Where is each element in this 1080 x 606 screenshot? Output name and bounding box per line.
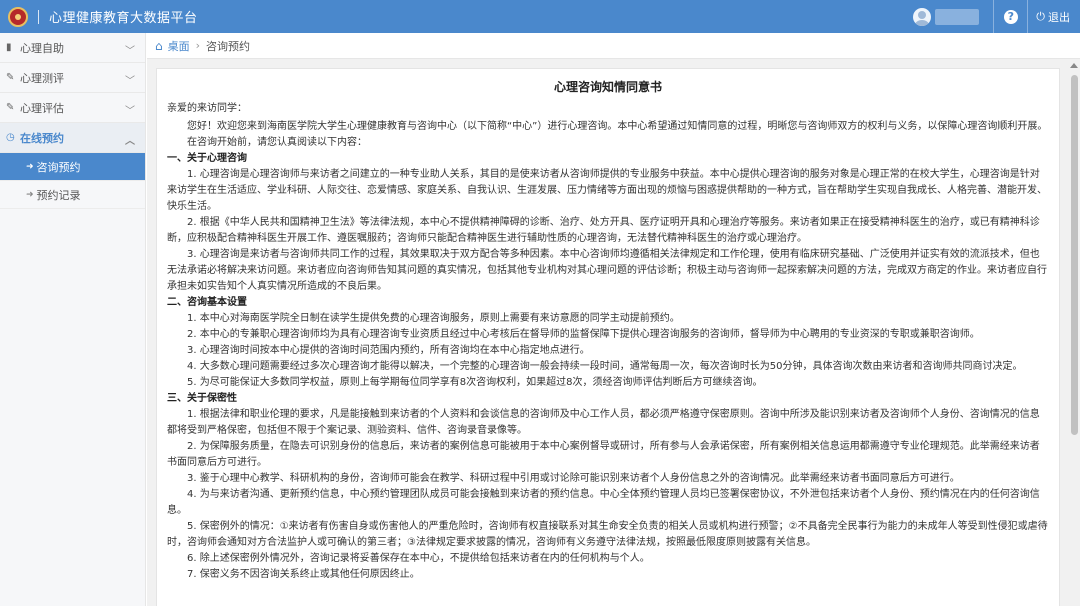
sidebar-item-online-booking[interactable]: ◷ 在线预约 ︿: [0, 123, 145, 153]
chevron-down-icon: ﹀: [125, 106, 135, 117]
logout-label: 退出: [1048, 10, 1070, 24]
help-button[interactable]: ?: [994, 0, 1027, 33]
paragraph: 1. 本中心对海南医学院全日制在读学生提供免费的心理咨询服务，原则上需要有来访意…: [187, 313, 680, 324]
paragraph: 1. 心理咨询是心理咨询师与来访者之间建立的一种专业助人关系，其目的是使来访者从…: [167, 169, 1047, 212]
clock-icon: ◷: [6, 132, 15, 143]
paragraph: 6. 除上述保密例外情况外，咨询记录将妥善保存在本中心，不提供给包括来访者在内的…: [187, 553, 650, 564]
top-bar: 心理健康教育大数据平台 ? ⏻ 退出: [0, 0, 1080, 33]
document-title: 心理咨询知情同意书: [553, 80, 662, 94]
title-divider: [38, 9, 39, 24]
sidebar-subitem-consult-booking[interactable]: ➜ 咨询预约: [0, 153, 145, 181]
chevron-down-icon: ﹀: [125, 76, 135, 87]
paragraph: 2. 本中心的专兼职心理咨询师均为具有心理咨询专业资质且经过中心考核后在督导师的…: [187, 329, 980, 340]
section-heading: 二、咨询基本设置: [167, 297, 247, 308]
edit-icon: ✎: [6, 102, 15, 113]
home-icon[interactable]: ⌂: [155, 39, 163, 53]
avatar-icon[interactable]: [913, 7, 932, 26]
paragraph: 1. 根据法律和职业伦理的要求，凡是能接触到来访者的个人资料和会谈信息的咨询师及…: [167, 409, 1040, 436]
app-title: 心理健康教育大数据平台: [49, 11, 198, 26]
scrollbar-thumb[interactable]: [1071, 75, 1078, 435]
top-right-area: ? ⏻ 退出: [913, 0, 1080, 33]
breadcrumb: ⌂ 桌面 › 咨询预约: [147, 33, 1080, 59]
arrow-right-icon: ➜: [26, 189, 34, 200]
sidebar-item-label: 心理自助: [20, 41, 64, 55]
consent-document: 心理咨询知情同意书 亲爱的来访同学： 您好！欢迎您来到海南医学院大学生心理健康教…: [156, 68, 1060, 606]
sidebar-item-label: 心理评估: [20, 101, 64, 115]
intro-paragraph: 在咨询开始前，请您认真阅读以下内容：: [187, 137, 367, 148]
paragraph: 5. 保密例外的情况：①来访者有伤害自身或伤害他人的严重危险时，咨询师有权直接联…: [167, 521, 1048, 548]
paragraph: 3. 心理咨询时间按本中心提供的咨询时间范围内预约，所有咨询均在本中心指定地点进…: [187, 345, 590, 356]
sidebar-subitem-label: 咨询预约: [36, 160, 81, 174]
help-icon: ?: [1003, 9, 1018, 24]
section-heading: 三、关于保密性: [167, 393, 237, 404]
paragraph: 3. 鉴于心理中心教学、科研机构的身份，咨询师可能会在教学、科研过程中引用或讨论…: [187, 473, 960, 484]
chevron-down-icon: ﹀: [125, 46, 135, 57]
breadcrumb-current: 咨询预约: [206, 39, 251, 53]
scrollbar[interactable]: [1068, 59, 1080, 606]
power-icon: ⏻: [1036, 9, 1045, 23]
sidebar-subitem-booking-records[interactable]: ➜ 预约记录: [0, 181, 145, 209]
paragraph: 2. 根据《中华人民共和国精神卫生法》等法律法规，本中心不提供精神障碍的诊断、治…: [167, 217, 1040, 244]
edit-icon: ✎: [6, 72, 15, 83]
paragraph: 5. 为尽可能保证大多数同学权益，原则上每学期每位同学享有8次咨询权利，如果超过…: [187, 377, 763, 388]
university-logo: [8, 6, 28, 27]
sidebar-item-assessment[interactable]: ✎ 心理测评 ﹀: [0, 63, 145, 93]
sidebar-item-self-help[interactable]: ▮ 心理自助 ﹀: [0, 33, 145, 63]
arrow-right-icon: ➜: [26, 161, 34, 172]
chevron-up-icon: ︿: [125, 136, 135, 147]
breadcrumb-home[interactable]: 桌面: [168, 38, 190, 54]
intro-paragraph: 您好！欢迎您来到海南医学院大学生心理健康教育与咨询中心（以下简称“中心”）进行心…: [187, 121, 1048, 132]
section-heading: 一、关于心理咨询: [167, 153, 247, 164]
paragraph: 3. 心理咨询是来访者与咨询师共同工作的过程，其效果取决于双方配合等多种因素。本…: [167, 249, 1047, 292]
paragraph: 4. 为与来访者沟通、更新预约信息，中心预约管理团队成员可能会接触到来访者的预约…: [167, 489, 1040, 516]
sidebar-item-label: 心理测评: [20, 71, 64, 85]
sidebar-item-evaluation[interactable]: ✎ 心理评估 ﹀: [0, 93, 145, 123]
sidebar: ▮ 心理自助 ﹀ ✎ 心理测评 ﹀ ✎ 心理评估 ﹀ ◷ 在线预约 ︿ ➜ 咨询…: [0, 33, 146, 606]
content-area: 心理咨询知情同意书 亲爱的来访同学： 您好！欢迎您来到海南医学院大学生心理健康教…: [147, 59, 1080, 606]
breadcrumb-separator-icon: ›: [195, 39, 201, 52]
paragraph: 7. 保密义务不因咨询关系终止或其他任何原因终止。: [187, 569, 420, 580]
paragraph: 4. 大多数心理问题需要经过多次心理咨询才能得以解决，一个完整的心理咨询一般会持…: [187, 361, 1023, 372]
username[interactable]: [935, 8, 980, 25]
book-icon: ▮: [6, 42, 12, 53]
paragraph: 2. 为保障服务质量，在隐去可识别身份的信息后，来访者的案例信息可能被用于本中心…: [167, 441, 1040, 468]
logout-button[interactable]: ⏻ 退出: [1028, 9, 1080, 25]
scroll-up-icon[interactable]: [1070, 63, 1078, 68]
sidebar-item-label: 在线预约: [20, 131, 64, 145]
sidebar-subitem-label: 预约记录: [36, 188, 81, 202]
salutation: 亲爱的来访同学：: [167, 103, 247, 114]
